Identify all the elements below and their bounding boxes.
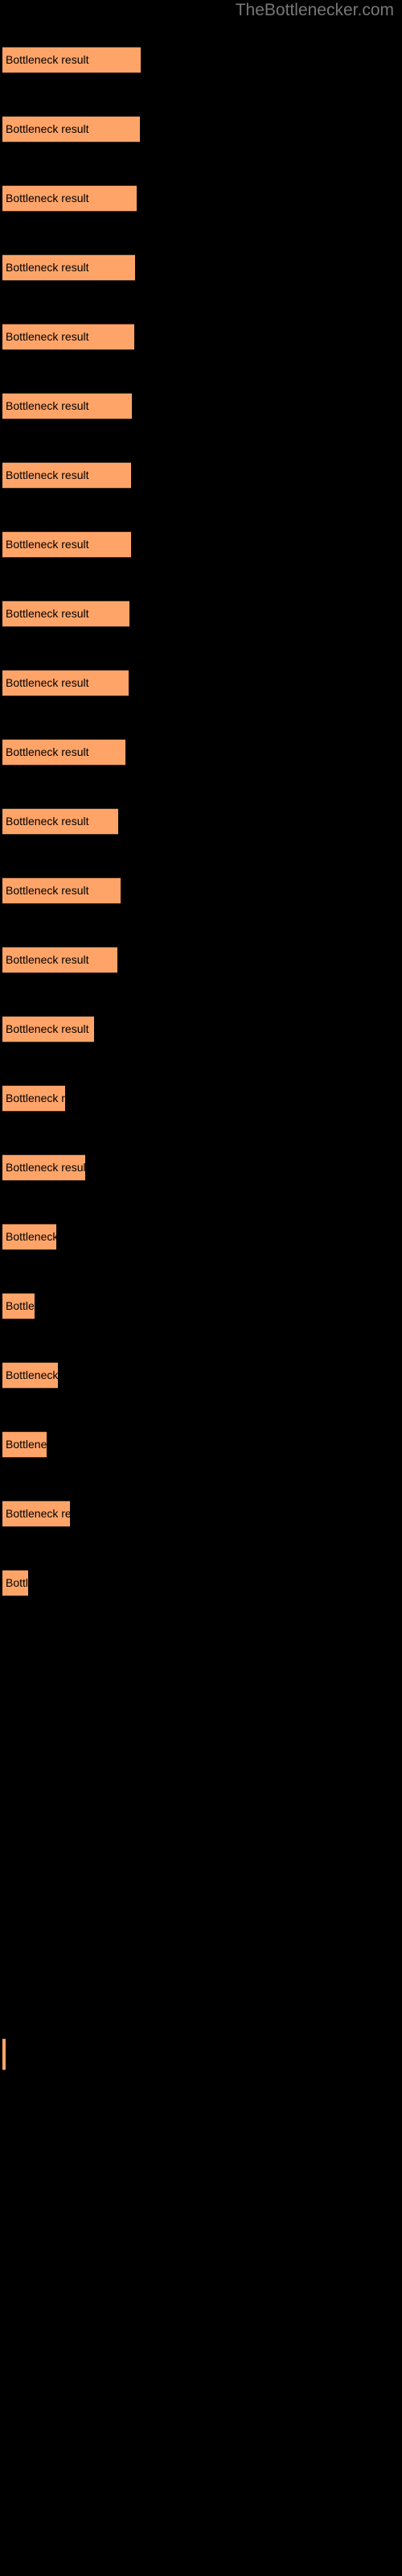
bar-label-clip: Bottleneck result <box>2 1154 85 1181</box>
bar-label: Bottleneck result <box>6 1299 35 1312</box>
bar-label-clip: Bottleneck result <box>2 1570 28 1596</box>
bar-row: Bottleneck result <box>2 1570 28 1596</box>
bar-label: Bottleneck result <box>6 1507 70 1520</box>
bar-label: Bottleneck result <box>6 953 89 966</box>
bar-label: Bottleneck result <box>6 1092 65 1104</box>
bar-label-clip: Bottleneck result <box>2 254 135 281</box>
bar-label-clip: Bottleneck result <box>2 601 129 627</box>
bar-label: Bottleneck result <box>6 1368 58 1381</box>
bar-row: Bottleneck result <box>2 531 131 558</box>
bar-label-clip: Bottleneck result <box>2 1293 35 1319</box>
bar-label-clip: Bottleneck result <box>2 739 125 766</box>
bar-label-clip: Bottleneck result <box>2 1431 47 1458</box>
bar-label: Bottleneck result <box>6 815 89 828</box>
bar-label-clip: Bottleneck result <box>2 877 121 904</box>
bar-label: Bottleneck result <box>6 884 89 897</box>
bar-row: Bottleneck result <box>2 393 132 419</box>
bar-label-clip: Bottleneck result <box>2 670 129 696</box>
bottleneck-bar-chart: Bottleneck result Bottleneck result Bottle… <box>0 0 402 2576</box>
bar-label: Bottleneck result <box>6 399 89 412</box>
bar-label-clip: Bottleneck result <box>2 462 131 489</box>
bar-label: Bottleneck result <box>6 1022 89 1035</box>
bar-row: Bottleneck result <box>2 47 141 73</box>
bar-label: Bottleneck result <box>6 1161 85 1174</box>
bar-label-clip: Bottleneck result <box>2 393 132 419</box>
bar-row: Bottleneck result <box>2 185 137 212</box>
bar-label: Bottleneck result <box>6 469 89 481</box>
bar-row: Bottleneck result <box>2 462 131 489</box>
bar-label-clip: Bottleneck result <box>2 1085 65 1112</box>
bar-label-clip: Bottleneck result <box>2 1016 94 1042</box>
bar-label-clip: Bottleneck result <box>2 808 118 835</box>
bar-label: Bottleneck result <box>6 1438 47 1451</box>
bar-row: Bottleneck result <box>2 1501 70 1527</box>
bar-label: Bottleneck result <box>6 53 89 66</box>
bar-row: Bottleneck result <box>2 1431 47 1458</box>
bar-row: Bottleneck result <box>2 324 134 350</box>
bar-label: Bottleneck result <box>6 261 89 274</box>
bar-label: Bottleneck result <box>6 607 89 620</box>
bar-row: Bottleneck result <box>2 1016 94 1042</box>
bar-label: Bottleneck result <box>6 122 89 135</box>
bar-label: Bottleneck result <box>6 745 89 758</box>
bar-row: Bottleneck result <box>2 739 125 766</box>
bar-row: Bottleneck result <box>2 1154 85 1181</box>
bar-label-clip: Bottleneck result <box>2 947 117 973</box>
bar-label: Bottleneck result <box>6 1576 28 1589</box>
bar-label-clip: Bottleneck result <box>2 185 137 212</box>
bar-label-clip: Bottleneck result <box>2 116 140 142</box>
bar-row: Bottleneck result <box>2 877 121 904</box>
bar-row: Bottleneck result <box>2 670 129 696</box>
bar-label-clip: Bottleneck result <box>2 531 131 558</box>
bar-label: Bottleneck result <box>6 676 89 689</box>
bar-label: Bottleneck result <box>6 330 89 343</box>
bar-row: Bottleneck result <box>2 116 140 142</box>
bar-label-clip: Bottleneck result <box>2 1224 56 1250</box>
bar-row: Bottleneck result <box>2 1224 56 1250</box>
bar-label-clip: Bottleneck result <box>2 1501 70 1527</box>
bar-row: Bottleneck result <box>2 808 118 835</box>
bar-row: Bottleneck result <box>2 1085 65 1112</box>
bar-label: Bottleneck result <box>6 1230 56 1243</box>
bar-label-clip: Bottleneck result <box>2 324 134 350</box>
bar-row: Bottleneck result <box>2 947 117 973</box>
bar-row: Bottleneck result <box>2 1362 58 1389</box>
bar-label: Bottleneck result <box>6 192 89 204</box>
bar-label-clip: Bottleneck result <box>2 47 141 73</box>
bar-row <box>2 2038 6 2070</box>
bar-row: Bottleneck result <box>2 601 129 627</box>
bar-label-clip: Bottleneck result <box>2 1362 58 1389</box>
bar-row: Bottleneck result <box>2 1293 35 1319</box>
bar-label: Bottleneck result <box>6 538 89 551</box>
bar-row: Bottleneck result <box>2 254 135 281</box>
